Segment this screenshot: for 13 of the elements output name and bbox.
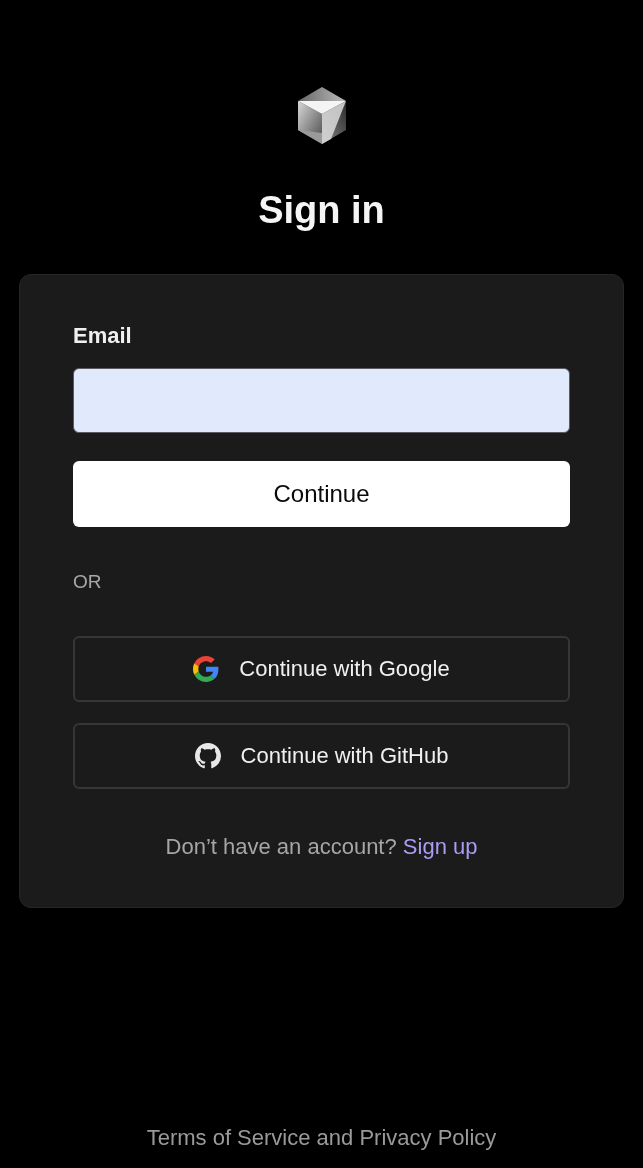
signup-prompt-text: Don’t have an account? Sign up (165, 834, 478, 860)
provider-sign-in-button[interactable]: Continue with GitHub (73, 723, 570, 789)
google-g-icon (193, 656, 220, 682)
provider-sign-in-button[interactable]: Continue with Google (73, 636, 570, 702)
sign-up-link[interactable]: Sign up (402, 834, 478, 859)
continue-button[interactable]: Continue (73, 461, 570, 527)
terms-privacy-footer-text: Terms of Service and Privacy Policy (146, 1125, 497, 1152)
email-label: Email (73, 323, 132, 349)
or-divider-text: OR (73, 571, 102, 593)
page-title: Sign in (258, 188, 385, 233)
cube-logo-icon (297, 87, 346, 144)
github-octocat-icon (194, 743, 221, 769)
email-field[interactable] (73, 368, 570, 433)
